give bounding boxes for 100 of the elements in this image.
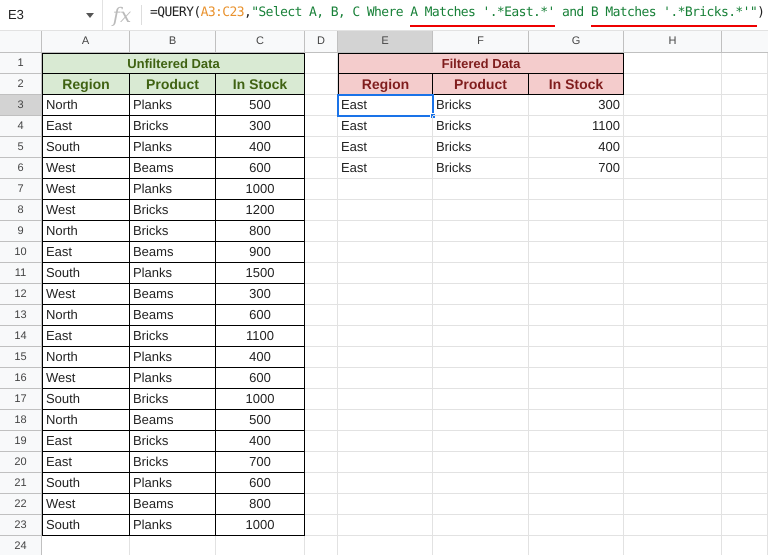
- empty-cell[interactable]: [624, 389, 722, 410]
- column-header[interactable]: B: [130, 31, 216, 52]
- column-header[interactable]: G: [529, 31, 624, 52]
- empty-cell[interactable]: [624, 431, 722, 452]
- empty-cell[interactable]: [722, 137, 768, 158]
- empty-cell[interactable]: [624, 95, 722, 116]
- row-header[interactable]: 1: [0, 53, 42, 74]
- row-header[interactable]: 24: [0, 536, 42, 555]
- empty-cell[interactable]: [305, 389, 338, 410]
- empty-cell[interactable]: [433, 284, 529, 305]
- empty-cell[interactable]: [624, 242, 722, 263]
- empty-cell[interactable]: [433, 242, 529, 263]
- empty-cell[interactable]: [722, 305, 768, 326]
- empty-cell[interactable]: [624, 305, 722, 326]
- empty-cell[interactable]: [722, 158, 768, 179]
- empty-cell[interactable]: [433, 305, 529, 326]
- empty-cell[interactable]: [624, 494, 722, 515]
- empty-cell[interactable]: [722, 263, 768, 284]
- empty-cell[interactable]: [722, 326, 768, 347]
- empty-cell[interactable]: [624, 179, 722, 200]
- empty-cell[interactable]: [722, 53, 768, 74]
- row-header[interactable]: 4: [0, 116, 42, 137]
- empty-cell[interactable]: [305, 410, 338, 431]
- empty-cell[interactable]: [305, 431, 338, 452]
- empty-cell[interactable]: [624, 347, 722, 368]
- empty-cell[interactable]: [338, 515, 433, 536]
- column-header[interactable]: F: [433, 31, 529, 52]
- empty-cell[interactable]: [529, 263, 624, 284]
- empty-cell[interactable]: [529, 305, 624, 326]
- empty-cell[interactable]: [338, 263, 433, 284]
- empty-cell[interactable]: [433, 515, 529, 536]
- row-header[interactable]: 19: [0, 431, 42, 452]
- empty-cell[interactable]: [338, 452, 433, 473]
- empty-cell[interactable]: [624, 326, 722, 347]
- empty-cell[interactable]: [722, 116, 768, 137]
- empty-cell[interactable]: [722, 200, 768, 221]
- empty-cell[interactable]: [305, 242, 338, 263]
- empty-cell[interactable]: [433, 179, 529, 200]
- row-header[interactable]: 7: [0, 179, 42, 200]
- empty-cell[interactable]: [338, 200, 433, 221]
- empty-cell[interactable]: [529, 179, 624, 200]
- empty-cell[interactable]: [305, 305, 338, 326]
- empty-cell[interactable]: [529, 431, 624, 452]
- empty-cell[interactable]: [722, 473, 768, 494]
- row-header[interactable]: 17: [0, 389, 42, 410]
- empty-cell[interactable]: [305, 179, 338, 200]
- empty-cell[interactable]: [624, 263, 722, 284]
- empty-cell[interactable]: [338, 179, 433, 200]
- empty-cell[interactable]: [433, 494, 529, 515]
- empty-cell[interactable]: [624, 410, 722, 431]
- row-header[interactable]: 8: [0, 200, 42, 221]
- empty-cell[interactable]: [624, 515, 722, 536]
- empty-cell[interactable]: [305, 284, 338, 305]
- column-header[interactable]: A: [42, 31, 130, 52]
- empty-cell[interactable]: [529, 284, 624, 305]
- empty-cell[interactable]: [722, 389, 768, 410]
- empty-cell[interactable]: [433, 221, 529, 242]
- empty-cell[interactable]: [722, 515, 768, 536]
- empty-cell[interactable]: [433, 473, 529, 494]
- empty-cell[interactable]: [529, 494, 624, 515]
- empty-cell[interactable]: [529, 221, 624, 242]
- empty-cell[interactable]: [624, 221, 722, 242]
- name-box[interactable]: E3: [0, 0, 103, 30]
- row-header[interactable]: 5: [0, 137, 42, 158]
- row-header[interactable]: 15: [0, 347, 42, 368]
- empty-cell[interactable]: [529, 515, 624, 536]
- empty-cell[interactable]: [529, 347, 624, 368]
- column-header[interactable]: H: [624, 31, 722, 52]
- empty-cell[interactable]: [624, 284, 722, 305]
- empty-cell[interactable]: [338, 347, 433, 368]
- empty-cell[interactable]: [722, 74, 768, 95]
- empty-cell[interactable]: [722, 494, 768, 515]
- empty-cell[interactable]: [529, 200, 624, 221]
- empty-cell[interactable]: [338, 284, 433, 305]
- row-header[interactable]: 11: [0, 263, 42, 284]
- row-header[interactable]: 6: [0, 158, 42, 179]
- empty-cell[interactable]: [624, 473, 722, 494]
- empty-cell[interactable]: [338, 410, 433, 431]
- empty-cell[interactable]: [722, 221, 768, 242]
- empty-cell[interactable]: [529, 368, 624, 389]
- empty-cell[interactable]: [624, 116, 722, 137]
- empty-cell[interactable]: [722, 242, 768, 263]
- empty-cell[interactable]: [624, 200, 722, 221]
- empty-cell[interactable]: [433, 200, 529, 221]
- empty-cell[interactable]: [338, 473, 433, 494]
- empty-cell[interactable]: [624, 137, 722, 158]
- row-header[interactable]: 20: [0, 452, 42, 473]
- row-header[interactable]: 12: [0, 284, 42, 305]
- column-header[interactable]: C: [216, 31, 305, 52]
- empty-cell[interactable]: [305, 200, 338, 221]
- empty-cell[interactable]: [529, 410, 624, 431]
- empty-cell[interactable]: [338, 431, 433, 452]
- empty-cell[interactable]: [722, 347, 768, 368]
- empty-cell[interactable]: [338, 326, 433, 347]
- empty-cell[interactable]: [305, 494, 338, 515]
- empty-cell[interactable]: [529, 473, 624, 494]
- empty-cell[interactable]: [305, 368, 338, 389]
- empty-cell[interactable]: [305, 137, 338, 158]
- empty-cell[interactable]: [338, 368, 433, 389]
- empty-cell[interactable]: [305, 326, 338, 347]
